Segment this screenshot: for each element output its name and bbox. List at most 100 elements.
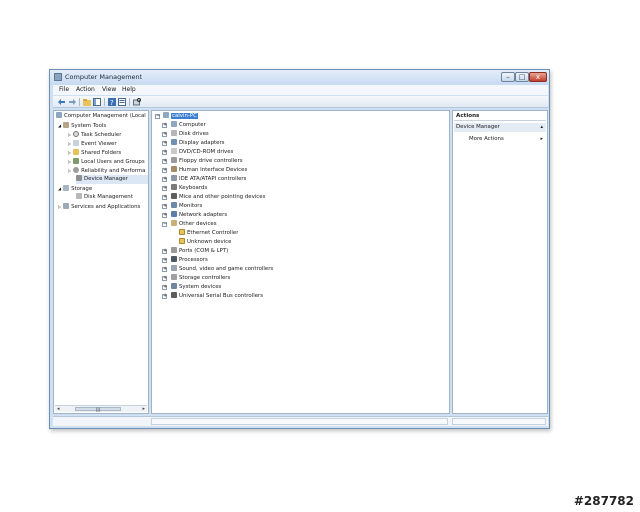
collapse-toggle[interactable]: − <box>155 114 160 119</box>
expand-toggle[interactable]: + <box>162 150 167 155</box>
collapse-arrow-icon[interactable]: ▴ <box>540 123 543 132</box>
device-tree-root[interactable]: calvin-PC <box>163 112 198 121</box>
device-item-2[interactable]: Unknown device <box>179 238 231 247</box>
device-category-12[interactable]: Other devices <box>171 220 217 229</box>
minimize-button[interactable]: – <box>501 72 515 82</box>
expand-toggle[interactable]: + <box>162 177 167 182</box>
tree-item-reliability-and-performance[interactable]: ▷ Reliability and Performa <box>68 166 145 175</box>
show-hide-tree-icon[interactable] <box>93 98 101 106</box>
device-category-18[interactable]: Universal Serial Bus controllers <box>171 292 263 301</box>
more-actions-item[interactable]: More Actions ▸ <box>454 135 546 144</box>
collapse-arrow-icon[interactable]: ◢ <box>58 123 61 128</box>
expand-toggle[interactable]: + <box>162 249 167 254</box>
status-bar <box>53 416 548 426</box>
expand-toggle[interactable]: + <box>162 276 167 281</box>
device-tree-pane[interactable]: − calvin-PC + Computer + Disk drives + Displa… <box>151 110 450 414</box>
horizontal-scrollbar[interactable]: ◂ ||| ▸ <box>55 405 147 412</box>
expand-toggle[interactable]: + <box>162 123 167 128</box>
expand-toggle[interactable]: + <box>162 204 167 209</box>
device-item-1[interactable]: Ethernet Controller <box>179 229 238 238</box>
help-icon[interactable]: ? <box>108 98 116 106</box>
device-category-6[interactable]: Human Interface Devices <box>171 166 247 175</box>
tree-item-storage[interactable]: ◢ Storage <box>58 184 92 193</box>
device-category-9[interactable]: Mice and other pointing devices <box>171 193 265 202</box>
collapse-arrow-icon[interactable]: ◢ <box>58 186 61 191</box>
network-icon <box>171 211 177 217</box>
scrollbar-thumb[interactable]: ||| <box>75 407 121 412</box>
maximize-button[interactable]: □ <box>515 72 529 82</box>
menu-file[interactable]: File <box>59 86 69 93</box>
menu-action[interactable]: Action <box>76 86 95 93</box>
expand-arrow-icon[interactable]: ▷ <box>68 159 71 164</box>
keyboard-icon <box>171 184 177 190</box>
expand-arrow-icon[interactable]: ▷ <box>68 150 71 155</box>
expand-arrow-icon[interactable]: ▷ <box>68 168 71 173</box>
device-category-13[interactable]: Ports (COM & LPT) <box>171 247 228 256</box>
tree-item-computer-management[interactable]: Computer Management (Local <box>56 112 146 121</box>
expand-toggle[interactable]: + <box>162 186 167 191</box>
clock-icon <box>73 131 80 137</box>
scan-hardware-icon[interactable] <box>133 98 141 106</box>
expand-toggle[interactable]: + <box>162 294 167 299</box>
device-category-4[interactable]: DVD/CD-ROM drives <box>171 148 233 157</box>
close-button[interactable]: x <box>529 72 547 82</box>
expand-toggle[interactable]: + <box>162 267 167 272</box>
navigation-tree-pane[interactable]: Computer Management (Local ◢ System Tools… <box>53 110 149 414</box>
watermark-text: #287782 <box>573 494 634 508</box>
device-category-14[interactable]: Processors <box>171 256 208 265</box>
expand-arrow-icon[interactable]: ▷ <box>68 141 71 146</box>
expand-toggle[interactable]: + <box>162 213 167 218</box>
device-category-5[interactable]: Floppy drive controllers <box>171 157 243 166</box>
expand-toggle[interactable]: + <box>162 285 167 290</box>
expand-toggle[interactable]: + <box>162 168 167 173</box>
device-category-17[interactable]: System devices <box>171 283 221 292</box>
floppy-icon <box>171 157 177 163</box>
device-category-8[interactable]: Keyboards <box>171 184 207 193</box>
display-adapter-icon <box>171 139 177 145</box>
usb-icon <box>171 292 177 298</box>
tree-item-event-viewer[interactable]: ▷ Event Viewer <box>68 139 117 148</box>
expand-toggle[interactable]: + <box>162 141 167 146</box>
scroll-left-arrow-icon[interactable]: ◂ <box>57 406 60 412</box>
up-folder-icon[interactable] <box>83 98 91 106</box>
title-bar[interactable]: Computer Management – □ x <box>50 70 549 85</box>
device-category-15[interactable]: Sound, video and game controllers <box>171 265 273 274</box>
expand-toggle[interactable]: + <box>162 159 167 164</box>
toolbar-separator <box>79 98 80 106</box>
menu-view[interactable]: View <box>102 86 116 93</box>
device-category-2[interactable]: Disk drives <box>171 130 209 139</box>
tree-item-task-scheduler[interactable]: ▷ Task Scheduler <box>68 130 121 139</box>
back-arrow-icon[interactable] <box>58 98 66 106</box>
toolbar: ? <box>53 96 548 108</box>
expand-arrow-icon[interactable]: ▷ <box>68 132 71 137</box>
expand-toggle[interactable]: + <box>162 195 167 200</box>
device-category-3[interactable]: Display adapters <box>171 139 225 148</box>
tree-item-local-users-and-groups[interactable]: ▷ Local Users and Groups <box>68 157 145 166</box>
scroll-right-arrow-icon[interactable]: ▸ <box>142 406 145 412</box>
forward-arrow-icon[interactable] <box>68 98 76 106</box>
menu-help[interactable]: Help <box>122 86 136 93</box>
services-icon <box>63 203 70 209</box>
hid-icon <box>171 166 177 172</box>
computer-management-window: Computer Management – □ x File Action Vi… <box>49 69 550 429</box>
monitor-icon <box>171 202 177 208</box>
tree-item-services-and-applications[interactable]: ▷ Services and Applications <box>58 202 140 211</box>
properties-icon[interactable] <box>118 98 126 106</box>
tree-item-disk-management[interactable]: Disk Management <box>76 193 133 202</box>
device-category-16[interactable]: Storage controllers <box>171 274 230 283</box>
expand-arrow-icon[interactable]: ▷ <box>58 204 61 209</box>
device-category-11[interactable]: Network adapters <box>171 211 227 220</box>
device-category-10[interactable]: Monitors <box>171 202 202 211</box>
tree-item-device-manager[interactable]: Device Manager <box>76 175 148 184</box>
warning-device-icon <box>179 238 185 244</box>
tree-item-system-tools[interactable]: ◢ System Tools <box>58 121 106 130</box>
device-category-1[interactable]: Computer <box>171 121 206 130</box>
toolbar-separator <box>104 98 105 106</box>
expand-toggle[interactable]: + <box>162 258 167 263</box>
actions-section-device-manager[interactable]: Device Manager ▴ <box>454 123 546 132</box>
expand-toggle[interactable]: − <box>162 222 167 227</box>
expand-toggle[interactable]: + <box>162 132 167 137</box>
tree-item-shared-folders[interactable]: ▷ Shared Folders <box>68 148 121 157</box>
device-category-7[interactable]: IDE ATA/ATAPI controllers <box>171 175 246 184</box>
computer-management-icon <box>54 73 62 81</box>
